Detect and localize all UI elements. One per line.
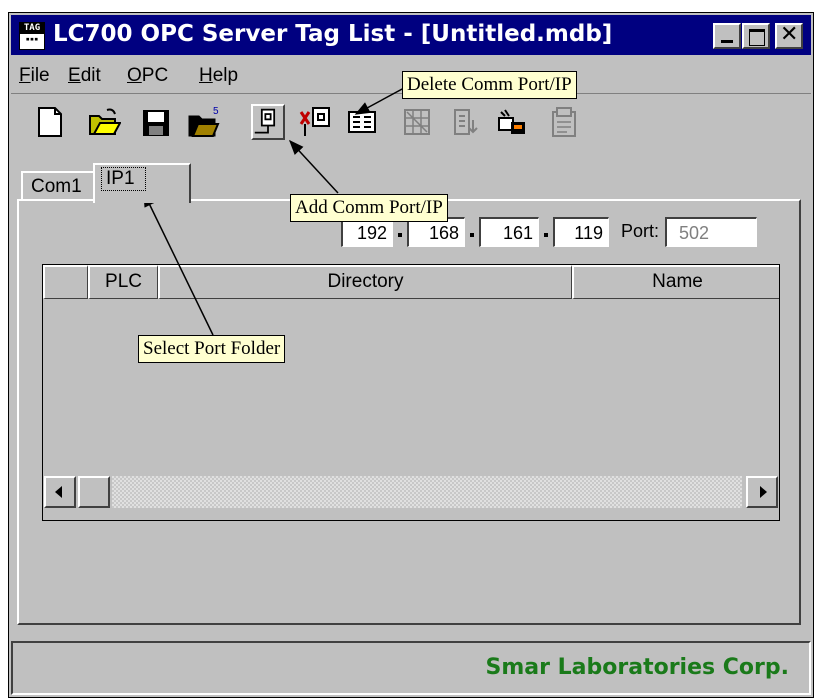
close-button[interactable]: ✕: [775, 22, 803, 49]
column-header-name[interactable]: Name: [572, 265, 779, 299]
grid-corner-header: [43, 265, 88, 299]
menu-opc[interactable]: OPC: [127, 65, 168, 87]
list-view-icon: [348, 111, 376, 133]
delete-comm-port-icon: [299, 107, 330, 136]
menu-help[interactable]: Help: [199, 65, 238, 87]
app-icon-label: TAG: [20, 23, 44, 34]
maximize-icon: [749, 29, 765, 46]
scroll-track[interactable]: [112, 476, 742, 508]
menu-help-rest: elp: [212, 65, 239, 86]
close-icon: ✕: [780, 22, 799, 47]
plc-config-icon: [498, 109, 525, 134]
export-button[interactable]: [449, 104, 483, 140]
ip-separator-dot: [470, 233, 474, 237]
add-comm-port-icon: [254, 108, 276, 134]
ip-octet-3-field[interactable]: 161: [479, 217, 539, 247]
scroll-right-button[interactable]: [746, 476, 778, 508]
menu-help-mnemonic: H: [199, 65, 213, 86]
svg-text:5: 5: [213, 106, 219, 117]
grid-disabled-icon: [404, 109, 430, 135]
scroll-thumb[interactable]: [78, 476, 110, 508]
delete-comm-port-callout: Delete Comm Port/IP: [402, 71, 577, 99]
open-folder-icon: [89, 108, 122, 135]
port-field[interactable]: 502: [665, 217, 757, 247]
arrow-right-icon: [760, 486, 767, 498]
select-port-folder-callout: Select Port Folder: [138, 335, 286, 363]
menu-opc-rest: PC: [141, 65, 169, 86]
horizontal-scrollbar[interactable]: [44, 476, 778, 508]
tab-ip1[interactable]: IP1: [93, 163, 191, 203]
tag-button[interactable]: [547, 104, 581, 140]
main-window: TAG ▪▪▪ LC700 OPC Server Tag List - [Unt…: [8, 12, 814, 698]
toolbar: 5: [11, 93, 811, 146]
minimize-button[interactable]: [713, 23, 741, 49]
add-comm-port-button[interactable]: [251, 104, 285, 140]
save-disk-icon: [143, 110, 169, 136]
list-view-button[interactable]: [345, 104, 379, 140]
grid-button[interactable]: [401, 104, 435, 140]
port-label: Port:: [621, 221, 660, 241]
maximize-button[interactable]: [742, 23, 770, 49]
new-button[interactable]: [33, 104, 67, 140]
scroll-left-button[interactable]: [44, 476, 76, 508]
arrow-left-icon: [55, 486, 62, 498]
menu-file-rest: ile: [30, 65, 50, 86]
add-comm-port-callout: Add Comm Port/IP: [290, 194, 448, 222]
tab-ip1-label: IP1: [101, 167, 146, 191]
ip-separator-dot: [544, 233, 548, 237]
plc-config-button[interactable]: [495, 104, 529, 140]
open-button[interactable]: [87, 104, 122, 140]
menu-file-mnemonic: F: [19, 65, 31, 86]
tag-app-icon: TAG ▪▪▪: [19, 22, 45, 50]
menu-file[interactable]: File: [19, 65, 50, 87]
tab-com1-label: Com1: [31, 176, 82, 197]
export-disabled-icon: [454, 109, 478, 135]
menu-edit-mnemonic: E: [68, 65, 81, 86]
menu-opc-mnemonic: O: [127, 65, 142, 86]
menu-edit-rest: dit: [80, 65, 101, 86]
ip-octet-4-field[interactable]: 119: [553, 217, 609, 247]
status-bar: Smar Laboratories Corp.: [11, 641, 811, 695]
minimize-icon: [721, 40, 733, 43]
title-bar[interactable]: TAG ▪▪▪ LC700 OPC Server Tag List - [Unt…: [11, 15, 811, 55]
new-file-icon: [38, 107, 62, 137]
column-header-plc[interactable]: PLC: [88, 265, 158, 299]
tag-disabled-icon: [552, 107, 576, 137]
window-title: LC700 OPC Server Tag List - [Untitled.md…: [53, 21, 613, 47]
column-header-directory[interactable]: Directory: [158, 265, 572, 299]
save-button[interactable]: [139, 104, 173, 140]
tag-grid[interactable]: PLC Directory Name: [42, 264, 780, 521]
company-name: Smar Laboratories Corp.: [485, 655, 789, 680]
open-database-icon: 5: [188, 106, 220, 137]
ip-separator-dot: [398, 233, 402, 237]
tab-com1[interactable]: Com1: [21, 171, 95, 201]
menu-edit[interactable]: Edit: [68, 65, 101, 87]
delete-comm-port-button[interactable]: [297, 104, 331, 140]
open-database-button[interactable]: 5: [187, 104, 221, 140]
